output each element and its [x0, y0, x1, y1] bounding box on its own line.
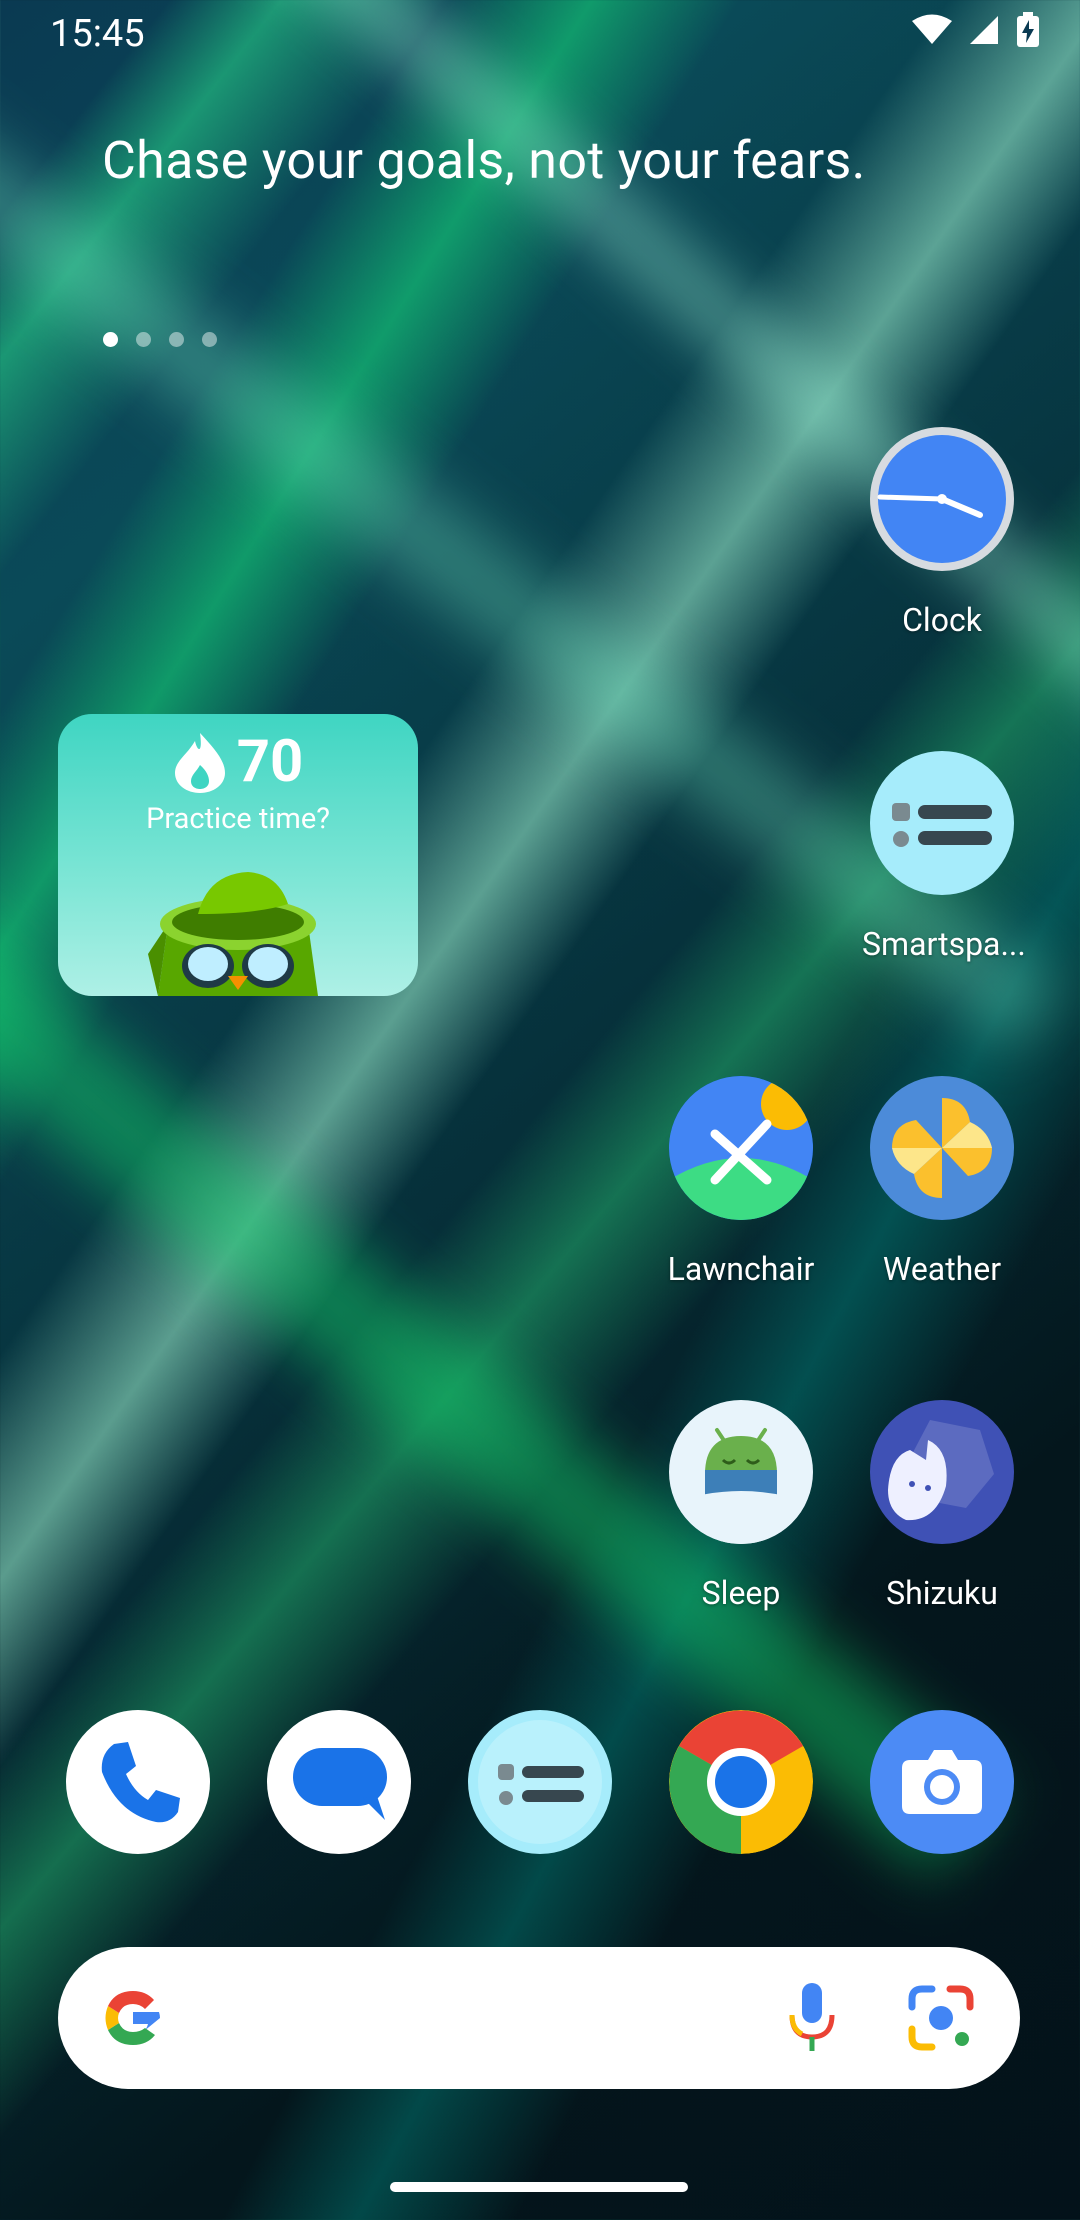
- wifi-icon: [912, 14, 952, 44]
- dock-smartspacer[interactable]: [468, 1710, 612, 1854]
- smartspacer-icon: [870, 751, 1014, 895]
- widget-prompt: Practice time?: [146, 802, 330, 836]
- messages-icon: [293, 1748, 387, 1820]
- lawnchair-icon: [669, 1076, 813, 1220]
- camera-icon: [902, 1750, 982, 1814]
- status-icons: [912, 12, 1040, 48]
- page-dot-2[interactable]: [136, 332, 151, 347]
- sleep-icon: [669, 1400, 813, 1544]
- app-sleep[interactable]: Sleep: [661, 1400, 821, 1612]
- phone-icon: [101, 1742, 180, 1823]
- streak-count: 70: [236, 728, 304, 796]
- page-indicator: [103, 332, 217, 347]
- lens-icon[interactable]: [906, 1983, 976, 2053]
- app-label-sleep: Sleep: [701, 1574, 781, 1612]
- app-label-clock: Clock: [902, 601, 982, 639]
- microphone-icon[interactable]: [782, 1979, 842, 2059]
- page-dot-4[interactable]: [202, 332, 217, 347]
- duolingo-streak-widget[interactable]: 70 Practice time?: [58, 714, 418, 996]
- quote-text: Chase your goals, not your fears.: [102, 130, 866, 191]
- dock-chrome[interactable]: [669, 1710, 813, 1854]
- streak-row: 70: [58, 728, 418, 796]
- page-dot-1[interactable]: [103, 332, 118, 347]
- status-bar: 15:45: [0, 0, 1080, 66]
- status-time: 15:45: [50, 12, 145, 56]
- clock-icon: [870, 427, 1014, 571]
- app-label-shizuku: Shizuku: [886, 1574, 998, 1612]
- page-dot-3[interactable]: [169, 332, 184, 347]
- duo-owl-icon: [148, 872, 318, 996]
- app-label-lawnchair: Lawnchair: [667, 1250, 815, 1288]
- app-label-smartspacer: Smartspa...: [862, 925, 1026, 963]
- signal-icon: [970, 16, 998, 44]
- dock-phone[interactable]: [66, 1710, 210, 1854]
- shizuku-icon: [870, 1400, 1014, 1544]
- chrome-icon: [669, 1710, 813, 1854]
- app-clock[interactable]: Clock: [862, 427, 1022, 639]
- gesture-nav-handle[interactable]: [390, 2182, 688, 2192]
- battery-charging-icon: [1017, 12, 1039, 47]
- flame-icon: [174, 733, 225, 793]
- app-lawnchair[interactable]: Lawnchair: [661, 1076, 821, 1288]
- app-smartspacer[interactable]: Smartspa...: [862, 751, 1026, 963]
- app-weather[interactable]: Weather: [862, 1076, 1022, 1288]
- dock-messages[interactable]: [267, 1710, 411, 1854]
- google-logo-icon: [105, 1991, 160, 2045]
- google-search-bar[interactable]: [58, 1947, 1020, 2089]
- weather-icon: [870, 1076, 1014, 1220]
- smartspacer-icon: [478, 1720, 602, 1844]
- app-label-weather: Weather: [882, 1250, 1002, 1288]
- dock-camera[interactable]: [870, 1710, 1014, 1854]
- app-shizuku[interactable]: Shizuku: [862, 1400, 1022, 1612]
